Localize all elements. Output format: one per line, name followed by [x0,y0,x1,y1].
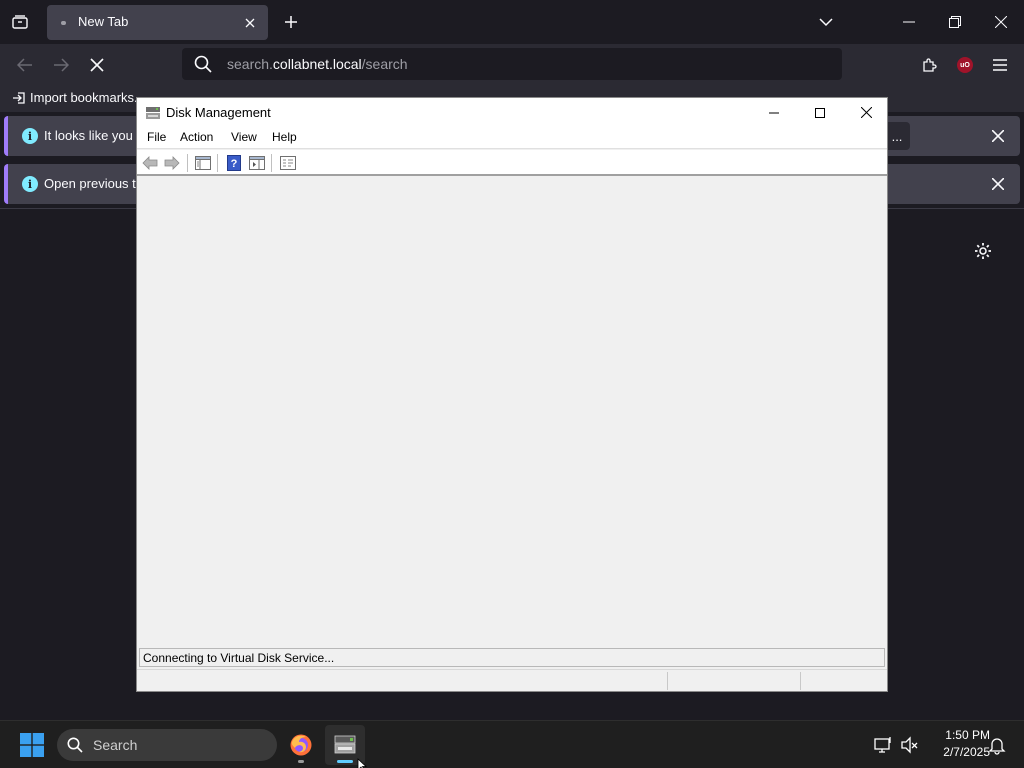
clock-date: 2/7/2025 [943,745,990,759]
url-text: search.collabnet.local/search [227,56,408,72]
browser-close-icon[interactable] [978,0,1024,44]
minimize-icon[interactable] [751,98,797,127]
extensions-puzzle-icon[interactable] [914,50,944,80]
forward-arrow-icon[interactable] [162,153,182,173]
menu-action[interactable]: Action [180,130,213,144]
mouse-cursor-icon [357,758,367,768]
network-icon[interactable] [873,735,893,755]
volume-muted-icon[interactable] [900,735,920,755]
content-area [137,178,887,646]
maximize-icon[interactable] [797,98,843,127]
taskbar: Search 1:50 PM 2/7/2025 [0,720,1024,768]
close-tab-icon[interactable] [240,13,260,33]
status-bar-separator [667,672,668,690]
close-notification-icon[interactable] [988,126,1008,146]
status-text: Connecting to Virtual Disk Service... [143,651,335,665]
back-arrow-icon[interactable] [140,153,160,173]
browser-minimize-icon[interactable] [886,0,932,44]
disk-management-window: Disk Management File Action View Help ? [136,97,888,692]
taskbar-search-placeholder: Search [93,737,138,753]
menu-help[interactable]: Help [272,130,297,144]
forward-arrow-icon[interactable] [46,50,76,80]
new-tab-plus-icon[interactable] [277,8,305,36]
close-notification-icon[interactable] [988,174,1008,194]
windows-start-icon[interactable] [14,729,50,761]
import-bookmarks-label: Import bookmarks... [30,90,145,105]
tab-loading-icon [61,21,66,25]
notification-bell-icon[interactable] [987,735,1007,755]
info-icon: i [22,128,38,144]
menu-view[interactable]: View [231,130,257,144]
tab-new-tab[interactable]: New Tab [47,5,268,40]
browser-tab-bar: New Tab [0,0,1024,44]
import-bookmarks-button[interactable]: Import bookmarks... [12,90,145,105]
taskbar-firefox[interactable] [281,725,321,765]
firefox-view-icon[interactable] [6,8,34,36]
status-bar-separator [800,672,801,690]
firefox-icon [290,734,312,756]
menu-file[interactable]: File [147,130,166,144]
close-icon[interactable] [843,98,889,127]
clock-time: 1:50 PM [945,728,990,742]
system-clock[interactable]: 1:50 PM 2/7/2025 [922,727,990,761]
toolbar-separator [271,154,272,172]
show-hide-action-pane-icon[interactable] [247,153,267,173]
properties-icon[interactable] [278,153,298,173]
tab-title: New Tab [78,14,129,29]
show-hide-console-tree-icon[interactable] [193,153,213,173]
info-icon: i [22,176,38,192]
search-icon [67,737,83,753]
import-icon [13,91,25,104]
app-active-indicator [337,760,353,763]
menu-bar: File Action View Help [137,127,887,149]
toolbar-separator [217,154,218,172]
ublock-origin-icon[interactable]: uO [950,50,980,80]
back-arrow-icon[interactable] [10,50,40,80]
status-bar [137,669,887,691]
browser-nav-bar: search.collabnet.local/search uO [0,44,1024,86]
toolbar-separator [187,154,188,172]
search-icon [194,55,212,73]
window-title-bar[interactable]: Disk Management [137,98,887,127]
app-running-indicator [298,760,304,763]
disk-management-icon [146,107,160,119]
help-icon[interactable]: ? [224,153,244,173]
taskbar-search-box[interactable]: Search [57,729,277,761]
status-line: Connecting to Virtual Disk Service... [139,648,885,667]
gear-icon[interactable] [972,240,994,262]
notification-text: Open previous tab [44,176,151,191]
disk-management-icon [334,735,356,754]
list-all-tabs-chevron-icon[interactable] [812,8,840,36]
url-bar[interactable]: search.collabnet.local/search [182,48,842,80]
browser-restore-icon[interactable] [932,0,978,44]
stop-loading-icon[interactable] [82,50,112,80]
toolbar: ? [137,150,887,176]
notification-text: It looks like you ha [44,128,151,143]
svg-text:?: ? [231,158,238,170]
hamburger-menu-icon[interactable] [985,50,1015,80]
window-title: Disk Management [166,105,271,120]
